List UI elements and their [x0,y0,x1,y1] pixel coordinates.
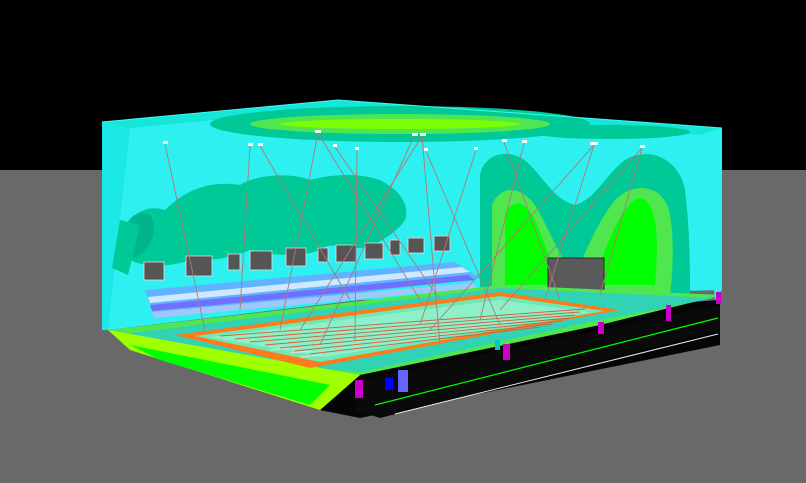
render-viewport[interactable] [0,0,806,483]
natatorium-illuminance-render[interactable] [0,0,806,483]
ceiling-band-inner [280,119,520,129]
ceiling-band-right [530,125,690,139]
